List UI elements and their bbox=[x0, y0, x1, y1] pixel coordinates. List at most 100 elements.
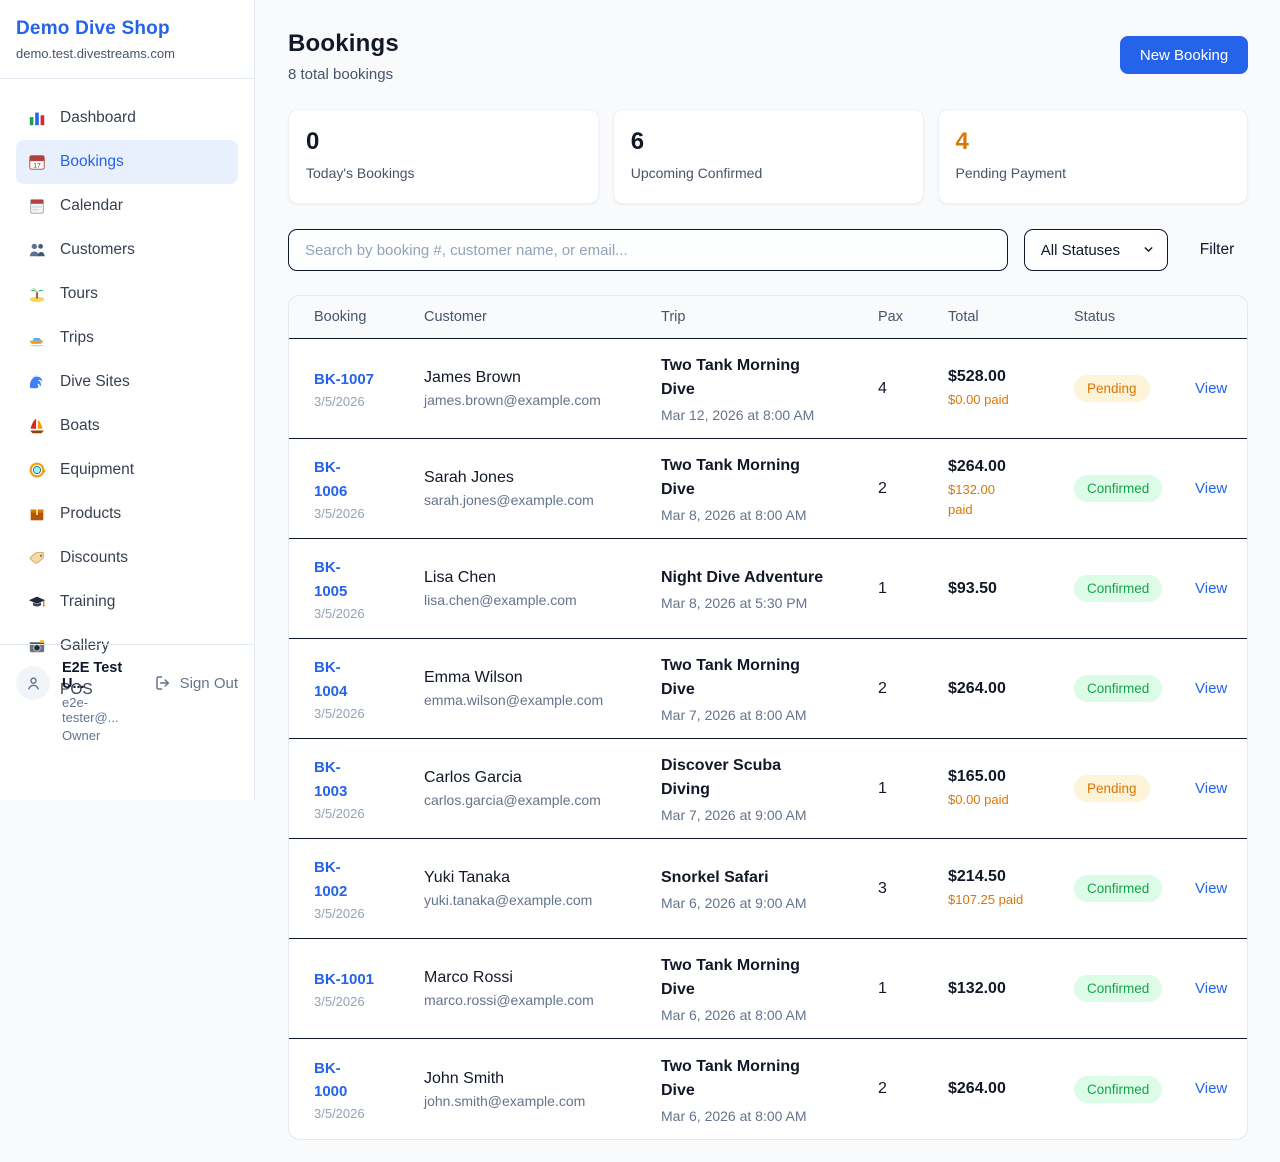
trip-name: Snorkel Safari bbox=[661, 866, 878, 890]
action-cell: View bbox=[1195, 480, 1227, 498]
status-badge: Confirmed bbox=[1074, 875, 1162, 902]
filter-button[interactable]: Filter bbox=[1200, 241, 1234, 259]
view-link[interactable]: View bbox=[1195, 780, 1227, 797]
action-cell: View bbox=[1195, 580, 1227, 598]
booking-id-link[interactable]: BK-1006 bbox=[314, 456, 347, 503]
shop-name: Demo Dive Shop bbox=[16, 18, 238, 40]
customer-cell: John Smithjohn.smith@example.com bbox=[424, 1070, 661, 1109]
sidebar-item-dive-sites[interactable]: Dive Sites bbox=[16, 360, 238, 404]
paid-amount: $0.00 paid bbox=[948, 390, 1074, 410]
booking-id-link[interactable]: BK-1004 bbox=[314, 656, 347, 703]
sign-out-button[interactable]: Sign Out bbox=[154, 674, 238, 692]
grad-cap-icon bbox=[27, 592, 47, 612]
booking-id-link[interactable]: BK-1007 bbox=[314, 368, 374, 391]
sidebar-item-calendar[interactable]: Calendar bbox=[16, 184, 238, 228]
view-link[interactable]: View bbox=[1195, 680, 1227, 697]
booking-id-cell: BK-1002 3/5/2026 bbox=[314, 856, 424, 921]
booking-date: 3/5/2026 bbox=[314, 394, 424, 409]
sidebar-item-bookings[interactable]: 17Bookings bbox=[16, 140, 238, 184]
trip-name: Two Tank MorningDive bbox=[661, 1055, 878, 1103]
customer-cell: Emma Wilsonemma.wilson@example.com bbox=[424, 669, 661, 708]
sidebar-item-products[interactable]: Products bbox=[16, 492, 238, 536]
avatar bbox=[16, 666, 50, 700]
booking-id-link[interactable]: BK-1005 bbox=[314, 556, 347, 603]
action-cell: View bbox=[1195, 880, 1227, 898]
booking-id-cell: BK-1004 3/5/2026 bbox=[314, 656, 424, 721]
trip-cell: Snorkel SafariMar 6, 2026 at 9:00 AM bbox=[661, 866, 878, 911]
booking-id-link[interactable]: BK-1001 bbox=[314, 968, 374, 991]
trip-cell: Two Tank MorningDiveMar 6, 2026 at 8:00 … bbox=[661, 954, 878, 1023]
sidebar-item-trips[interactable]: Trips bbox=[16, 316, 238, 360]
stat-card-pending-payment: 4Pending Payment bbox=[938, 109, 1249, 204]
new-booking-button[interactable]: New Booking bbox=[1120, 36, 1248, 74]
total-amount: $93.50 bbox=[948, 580, 1074, 598]
status-cell: Pending bbox=[1074, 375, 1195, 402]
column-header-pax: Pax bbox=[878, 309, 948, 325]
sidebar-item-dashboard[interactable]: Dashboard bbox=[16, 96, 238, 140]
dive-mask-icon bbox=[27, 460, 47, 480]
column-header-total: Total bbox=[948, 309, 1074, 325]
view-link[interactable]: View bbox=[1195, 880, 1227, 897]
sidebar-item-training[interactable]: Training bbox=[16, 580, 238, 624]
view-link[interactable]: View bbox=[1195, 480, 1227, 497]
status-filter-select[interactable]: All Statuses bbox=[1024, 229, 1168, 271]
table-body: BK-10073/5/2026James Brownjames.brown@ex… bbox=[289, 339, 1247, 1139]
sidebar-item-label: Discounts bbox=[60, 549, 128, 567]
total-amount: $528.00 bbox=[948, 368, 1074, 386]
trip-name: Two Tank MorningDive bbox=[661, 954, 878, 1002]
booking-row: BK-10053/5/2026Lisa Chenlisa.chen@exampl… bbox=[289, 539, 1247, 639]
trip-datetime: Mar 8, 2026 at 5:30 PM bbox=[661, 595, 878, 611]
view-link[interactable]: View bbox=[1195, 380, 1227, 397]
view-link[interactable]: View bbox=[1195, 980, 1227, 997]
sidebar-item-customers[interactable]: Customers bbox=[16, 228, 238, 272]
person-icon bbox=[25, 675, 42, 692]
main-content: Bookings 8 total bookings New Booking 0T… bbox=[255, 0, 1280, 1162]
stat-label: Pending Payment bbox=[956, 165, 1231, 181]
package-icon bbox=[27, 504, 47, 524]
trip-name: Two Tank MorningDive bbox=[661, 454, 878, 502]
total-cell: $165.00$0.00 paid bbox=[948, 768, 1074, 810]
sidebar-item-boats[interactable]: Boats bbox=[16, 404, 238, 448]
sidebar-item-tours[interactable]: Tours bbox=[16, 272, 238, 316]
booking-date: 3/5/2026 bbox=[314, 906, 424, 921]
pax-count: 2 bbox=[878, 1080, 948, 1098]
stat-label: Today's Bookings bbox=[306, 165, 581, 181]
customer-name: Sarah Jones bbox=[424, 469, 661, 487]
sidebar-item-label: Equipment bbox=[60, 461, 134, 479]
sidebar-item-equipment[interactable]: Equipment bbox=[16, 448, 238, 492]
status-cell: Confirmed bbox=[1074, 875, 1195, 902]
trip-name: Two Tank MorningDive bbox=[661, 354, 878, 402]
status-cell: Confirmed bbox=[1074, 1076, 1195, 1103]
sidebar-item-label: Calendar bbox=[60, 197, 123, 215]
user-role: Owner bbox=[62, 728, 142, 743]
sign-out-label: Sign Out bbox=[180, 675, 238, 692]
booking-id-cell: BK-1007 3/5/2026 bbox=[314, 368, 424, 409]
trip-datetime: Mar 7, 2026 at 8:00 AM bbox=[661, 707, 878, 723]
view-link[interactable]: View bbox=[1195, 580, 1227, 597]
speedboat-icon bbox=[27, 328, 47, 348]
search-input[interactable] bbox=[288, 229, 1008, 271]
table-header-row: BookingCustomerTripPaxTotalStatus bbox=[289, 296, 1247, 339]
customer-name: James Brown bbox=[424, 369, 661, 387]
booking-row: BK-1004 3/5/2026Emma Wilsonemma.wilson@ex… bbox=[289, 639, 1247, 739]
customer-name: Emma Wilson bbox=[424, 669, 661, 687]
view-link[interactable]: View bbox=[1195, 1080, 1227, 1097]
user-info: E2E Test U... e2e-tester@... Owner bbox=[62, 660, 142, 743]
sidebar-item-discounts[interactable]: Discounts bbox=[16, 536, 238, 580]
sailboat-icon bbox=[27, 416, 47, 436]
total-cell: $528.00 $0.00 paid bbox=[948, 368, 1074, 410]
status-cell: Confirmed bbox=[1074, 575, 1195, 602]
booking-id-link[interactable]: BK-1003 bbox=[314, 756, 347, 803]
total-amount: $165.00 bbox=[948, 768, 1074, 786]
pax-count: 1 bbox=[878, 980, 948, 998]
total-amount: $264.00 bbox=[948, 1080, 1074, 1098]
stat-value: 6 bbox=[631, 128, 906, 156]
booking-id-link[interactable]: BK-1002 bbox=[314, 856, 347, 903]
booking-id-link[interactable]: BK-1000 bbox=[314, 1057, 347, 1104]
booking-date: 3/5/2026 bbox=[314, 706, 424, 721]
status-cell: Confirmed bbox=[1074, 675, 1195, 702]
trip-name: Two Tank MorningDive bbox=[661, 654, 878, 702]
user-email: e2e-tester@... bbox=[62, 695, 142, 725]
status-badge: Confirmed bbox=[1074, 975, 1162, 1002]
sidebar-item-label: Products bbox=[60, 505, 121, 523]
